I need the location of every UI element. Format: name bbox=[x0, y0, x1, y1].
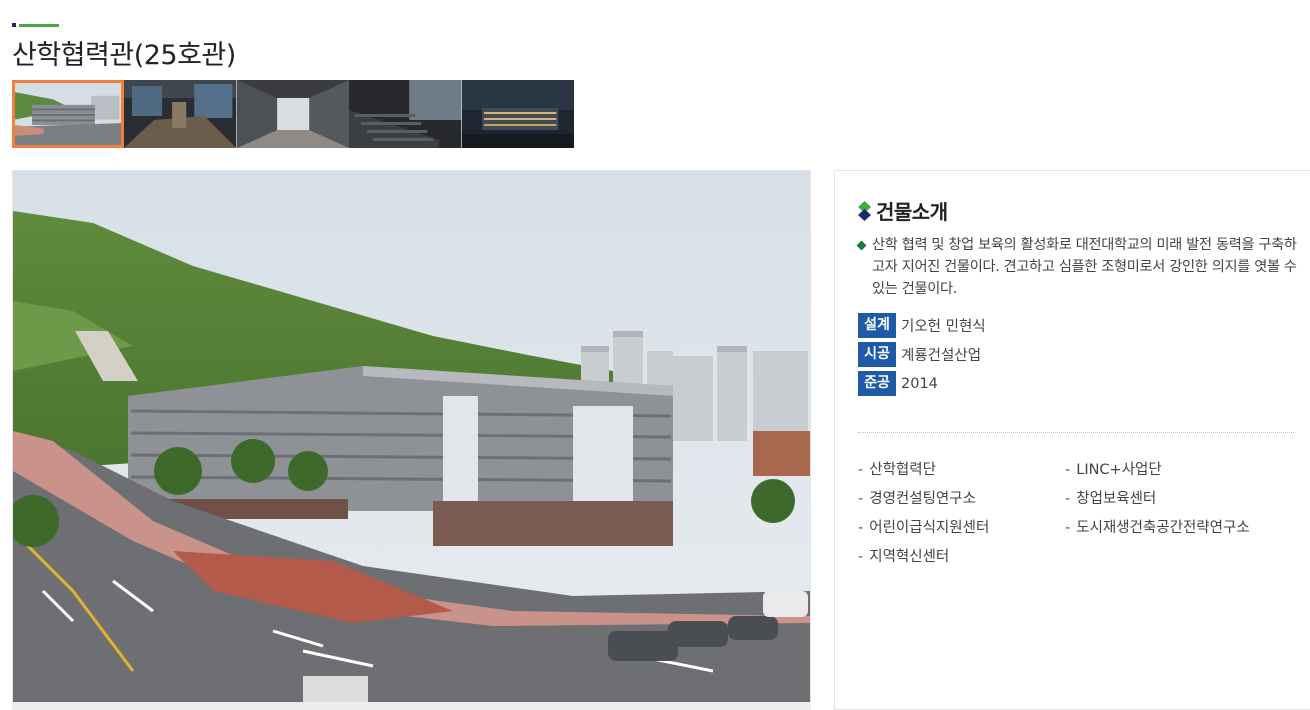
org-item[interactable]: - 지역혁신센터 bbox=[858, 544, 1065, 573]
org-item-label: 산학협력단 bbox=[869, 462, 936, 478]
spec-label: 준공 bbox=[858, 371, 896, 396]
org-item[interactable]: - 산학협력단 bbox=[858, 457, 1065, 486]
title-accent-bar bbox=[19, 24, 59, 27]
organization-list: - 산학협력단 - LINC+사업단 - 경영컨설팅연구소 - 창업보육센터 - 어린이급… bbox=[858, 457, 1298, 573]
building-exterior-thumbnail[interactable] bbox=[12, 80, 125, 148]
spec-list: 설계 기오헌 민현식 시공 계룡건설산업 준공 2014 bbox=[858, 313, 986, 400]
spec-label: 시공 bbox=[858, 342, 896, 367]
org-item[interactable]: - 경영컨설팅연구소 bbox=[858, 486, 1065, 515]
title-accent-mark bbox=[12, 23, 59, 27]
page-title: 산학협력관(25호관) bbox=[12, 40, 236, 71]
spec-row-design: 설계 기오헌 민현식 bbox=[858, 313, 986, 338]
info-header: 건물소개 bbox=[858, 196, 948, 225]
spec-row-completion: 준공 2014 bbox=[858, 371, 986, 396]
org-item-label: 경영컨설팅연구소 bbox=[869, 491, 976, 507]
thumbnail-strip bbox=[12, 80, 574, 148]
spec-value: 2014 bbox=[901, 375, 938, 392]
lecture-hall-thumbnail[interactable] bbox=[349, 80, 462, 148]
building-description: 산학 협력 및 창업 보육의 활성화로 대전대학교의 미래 발전 동력을 구축하… bbox=[856, 234, 1298, 300]
org-item-label: 지역혁신센터 bbox=[869, 549, 950, 565]
bullet-icon bbox=[856, 240, 867, 251]
info-heading: 건물소개 bbox=[876, 200, 948, 224]
spec-value: 계룡건설산업 bbox=[901, 348, 982, 364]
org-item[interactable]: - 도시재생건축공간전략연구소 bbox=[1065, 515, 1295, 544]
building-exterior-photo bbox=[12, 170, 811, 704]
spec-row-construction: 시공 계룡건설산업 bbox=[858, 342, 986, 367]
spec-label: 설계 bbox=[858, 313, 896, 338]
building-info-panel: 건물소개 산학 협력 및 창업 보육의 활성화로 대전대학교의 미래 발전 동력… bbox=[834, 170, 1310, 710]
org-item-label: 어린이급식지원센터 bbox=[869, 520, 990, 536]
dotted-divider bbox=[858, 432, 1294, 433]
org-item[interactable]: - 창업보육센터 bbox=[1065, 486, 1295, 515]
description-text: 산학 협력 및 창업 보육의 활성화로 대전대학교의 미래 발전 동력을 구축하… bbox=[872, 237, 1297, 297]
photo-footer-bar bbox=[12, 702, 811, 710]
org-item[interactable]: - 어린이급식지원센터 bbox=[858, 515, 1065, 544]
org-item-label: 창업보육센터 bbox=[1076, 491, 1157, 507]
org-item-label: LINC+사업단 bbox=[1076, 462, 1162, 478]
night-view-thumbnail[interactable] bbox=[461, 80, 574, 148]
interior-lobby-thumbnail[interactable] bbox=[124, 80, 237, 148]
org-item[interactable]: - LINC+사업단 bbox=[1065, 457, 1295, 486]
org-item-label: 도시재생건축공간전략연구소 bbox=[1076, 520, 1250, 536]
courtyard-thumbnail[interactable] bbox=[236, 80, 350, 148]
diamond-icon bbox=[858, 200, 871, 221]
spec-value: 기오헌 민현식 bbox=[901, 319, 986, 335]
title-accent-square bbox=[12, 23, 16, 27]
